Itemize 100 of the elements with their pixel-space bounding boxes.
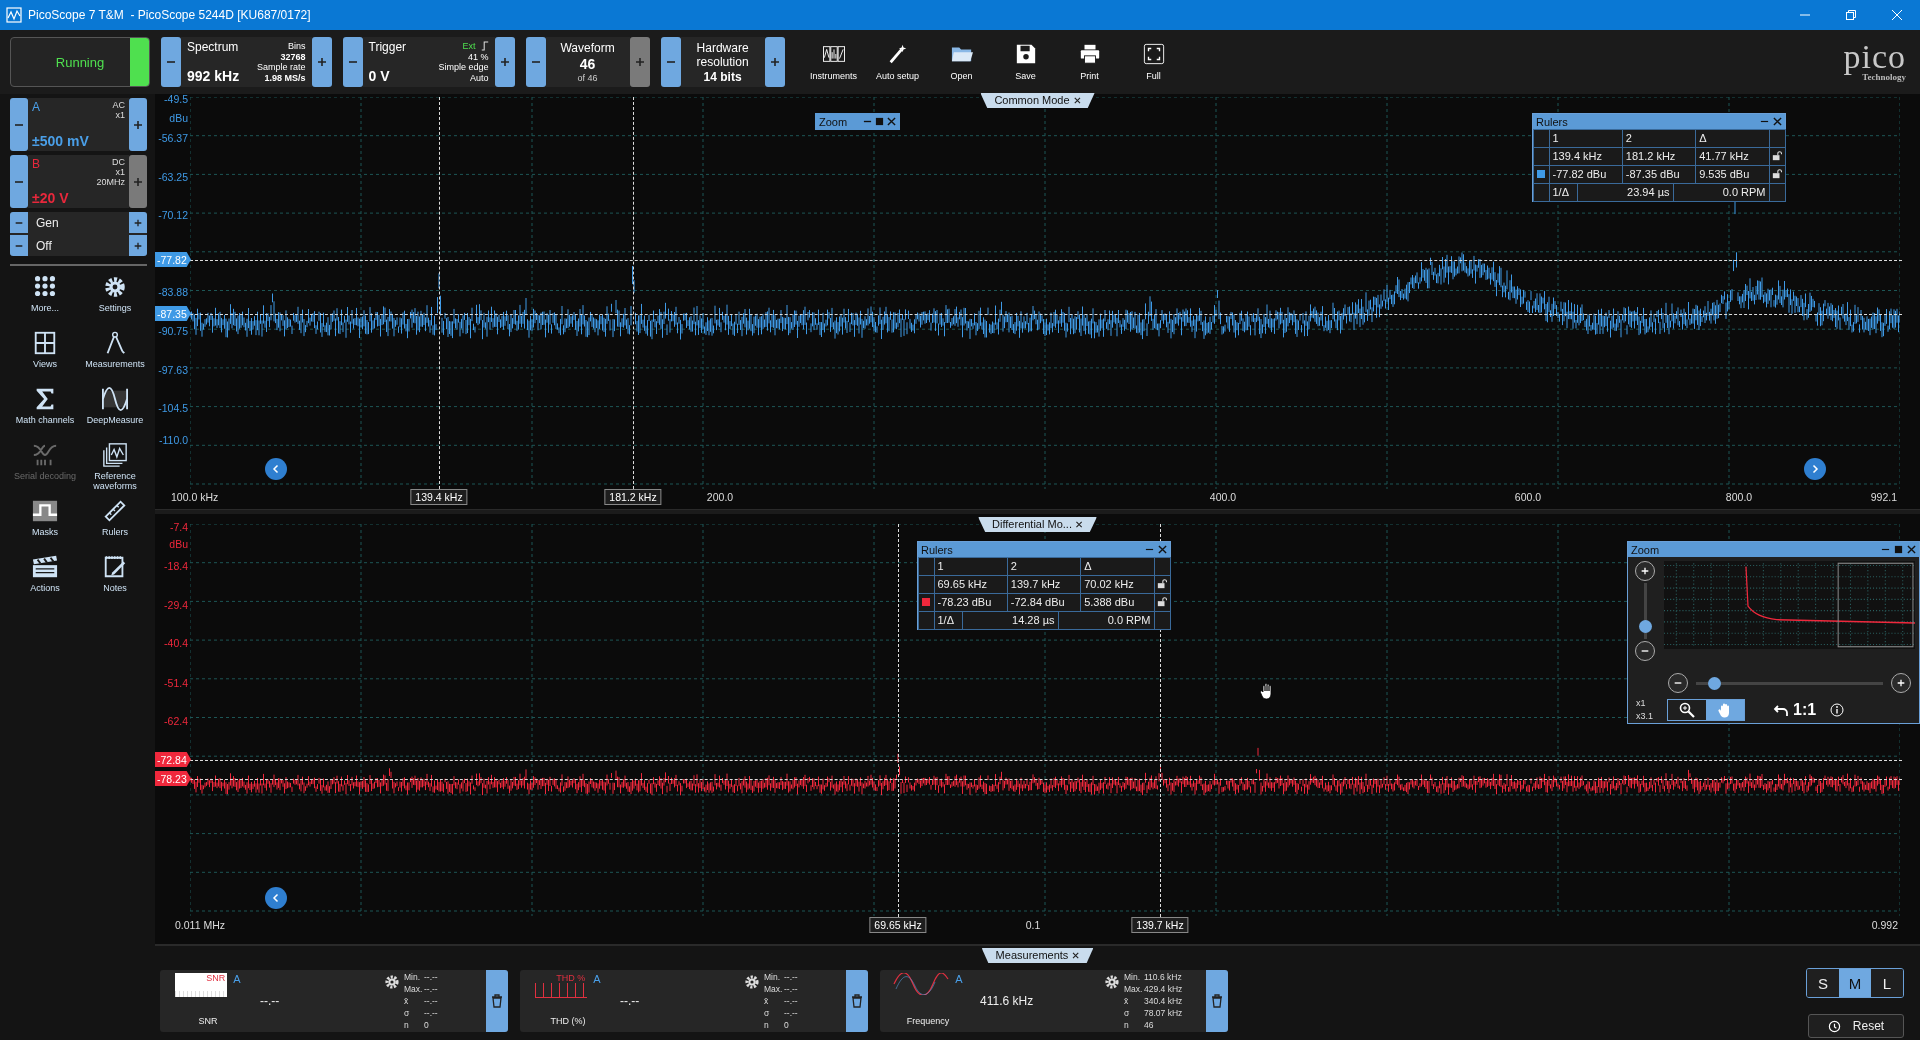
zoom-out-button[interactable] bbox=[1668, 673, 1688, 693]
size-option[interactable]: M bbox=[1839, 969, 1871, 997]
plus-icon bbox=[1640, 566, 1650, 576]
reference-tool-button[interactable]: Reference waveforms bbox=[80, 442, 150, 494]
delete-button[interactable] bbox=[486, 970, 508, 1032]
increase-button[interactable] bbox=[764, 37, 785, 87]
increase-button[interactable] bbox=[494, 37, 515, 87]
increase-button[interactable] bbox=[129, 212, 147, 233]
trash-icon bbox=[851, 994, 863, 1008]
ruler-handle[interactable]: 139.7 kHz bbox=[1131, 917, 1189, 933]
channel-option: x1 bbox=[115, 167, 125, 177]
reset-button[interactable]: Reset bbox=[1808, 1014, 1904, 1038]
deepmeasure-tool-button[interactable]: DeepMeasure bbox=[80, 386, 150, 438]
panel-title: Zoom bbox=[819, 115, 849, 128]
delete-button[interactable] bbox=[846, 970, 868, 1032]
more-tool-button[interactable]: More... bbox=[10, 274, 80, 326]
masks-tool-button[interactable]: Masks bbox=[10, 498, 80, 550]
decrease-button[interactable] bbox=[10, 155, 28, 208]
close-icon[interactable] bbox=[1073, 96, 1081, 104]
view-tab[interactable]: Common Mode bbox=[980, 93, 1095, 108]
rulers-tool-button[interactable]: Rulers bbox=[80, 498, 150, 550]
size-option[interactable]: L bbox=[1871, 969, 1903, 997]
actions-tool-button[interactable]: Actions bbox=[10, 554, 80, 606]
x-axis-label: 0.992 bbox=[1871, 919, 1898, 931]
increase-button[interactable] bbox=[129, 98, 147, 151]
settings-icon[interactable] bbox=[744, 974, 760, 990]
ruler-handle[interactable]: 139.4 kHz bbox=[410, 489, 468, 505]
scroll-left-button[interactable] bbox=[265, 887, 287, 909]
views-tool-button[interactable]: Views bbox=[10, 330, 80, 382]
panel-title: Rulers bbox=[1536, 115, 1568, 128]
print-tool-button[interactable]: Print bbox=[1061, 43, 1118, 81]
statistic-label: Max. bbox=[1124, 984, 1144, 996]
unlocked-padlock-icon[interactable] bbox=[1772, 151, 1782, 161]
maximize-icon[interactable] bbox=[1894, 545, 1903, 554]
y-axis-label: -70.12 bbox=[157, 209, 188, 221]
decrease-button[interactable] bbox=[10, 212, 28, 233]
save-tool-button[interactable]: Save bbox=[997, 43, 1054, 81]
close-icon[interactable] bbox=[1773, 117, 1782, 126]
generator-setting[interactable]: Gen bbox=[28, 212, 129, 233]
measurements-tab[interactable]: Measurements bbox=[981, 948, 1094, 963]
scroll-left-button[interactable] bbox=[265, 458, 287, 480]
zoom-out-button[interactable] bbox=[1635, 641, 1655, 661]
scroll-right-button[interactable] bbox=[1804, 458, 1826, 480]
info-icon[interactable] bbox=[1830, 703, 1845, 717]
increase-button[interactable] bbox=[129, 235, 147, 256]
channel-name: A bbox=[32, 100, 40, 116]
statistic-label: Min. bbox=[1124, 972, 1142, 984]
run-button[interactable]: Running bbox=[10, 37, 150, 87]
channel-setting[interactable]: A AC x1 ±500 mV bbox=[28, 98, 129, 151]
printer-icon bbox=[1078, 43, 1101, 65]
capture-setting[interactable]: Waveform 46 of 46 bbox=[545, 37, 630, 87]
unlocked-padlock-icon[interactable] bbox=[1157, 579, 1167, 589]
size-option[interactable]: S bbox=[1807, 969, 1839, 997]
ruler-handle[interactable]: -72.84 bbox=[155, 752, 191, 767]
increase-button[interactable] bbox=[311, 37, 332, 87]
statistic-label: σ bbox=[404, 1008, 411, 1020]
unlocked-padlock-icon[interactable] bbox=[1157, 597, 1167, 607]
capture-setting[interactable]: Spectrum 992 kHz Bins 32768 Sample rate 1.98 MS/s bbox=[181, 37, 312, 87]
close-icon[interactable] bbox=[1907, 545, 1916, 554]
decrease-button[interactable] bbox=[10, 235, 28, 256]
close-icon[interactable] bbox=[1072, 951, 1080, 959]
close-icon[interactable] bbox=[1075, 520, 1083, 528]
zoom-in-button[interactable] bbox=[1635, 561, 1655, 581]
maximize-icon[interactable] bbox=[875, 117, 884, 126]
measurements-tool-button[interactable]: Measurements bbox=[80, 330, 150, 382]
close-icon[interactable] bbox=[887, 117, 896, 126]
decrease-button[interactable] bbox=[660, 37, 681, 87]
zoom-scale: x1 bbox=[1636, 697, 1647, 710]
settings-tool-button[interactable]: Settings bbox=[80, 274, 150, 326]
channel-setting[interactable]: B DC x1 20MHz ±20 V bbox=[28, 155, 129, 208]
ruler-handle[interactable]: 69.65 kHz bbox=[869, 917, 927, 933]
zoom-overview[interactable] bbox=[1664, 561, 1915, 649]
ruler-handle[interactable]: 181.2 kHz bbox=[604, 489, 662, 505]
open-tool-button[interactable]: Open bbox=[933, 43, 990, 81]
close-icon[interactable] bbox=[1158, 545, 1167, 554]
autosetup-tool-button[interactable]: Auto setup bbox=[869, 43, 926, 81]
setting-value: 46 bbox=[579, 56, 596, 72]
decrease-button[interactable] bbox=[342, 37, 363, 87]
full-tool-button[interactable]: Full bbox=[1125, 43, 1182, 81]
delete-button[interactable] bbox=[1206, 970, 1228, 1032]
reset-zoom-button[interactable]: 1:1 bbox=[1773, 701, 1817, 719]
generator-setting[interactable]: Off bbox=[28, 235, 129, 256]
decrease-button[interactable] bbox=[525, 37, 546, 87]
setting-detail: 41 % bbox=[468, 51, 489, 62]
y-axis-label: -56.37 bbox=[157, 132, 188, 144]
view-tab[interactable]: Differential Mo... bbox=[978, 517, 1097, 532]
x-axis-label: 800.0 bbox=[1725, 491, 1753, 503]
decrease-button[interactable] bbox=[10, 98, 28, 151]
ruler-handle[interactable]: -78.23 bbox=[155, 771, 191, 786]
capture-setting[interactable]: Trigger 0 V Ext 41 % Simple edge Auto bbox=[362, 37, 495, 87]
unlocked-padlock-icon[interactable] bbox=[1772, 169, 1782, 179]
notes-tool-button[interactable]: Notes bbox=[80, 554, 150, 606]
capture-setting[interactable]: Hardware resolution 14 bits bbox=[680, 37, 765, 87]
math-tool-button[interactable]: Math channels bbox=[10, 386, 80, 438]
zoom-in-button[interactable] bbox=[1891, 673, 1911, 693]
y-axis-label: -63.25 bbox=[157, 171, 188, 183]
settings-icon[interactable] bbox=[384, 974, 400, 990]
instruments-tool-button[interactable]: Instruments bbox=[805, 43, 862, 81]
undo-icon bbox=[1773, 702, 1789, 718]
settings-icon[interactable] bbox=[1104, 974, 1120, 990]
